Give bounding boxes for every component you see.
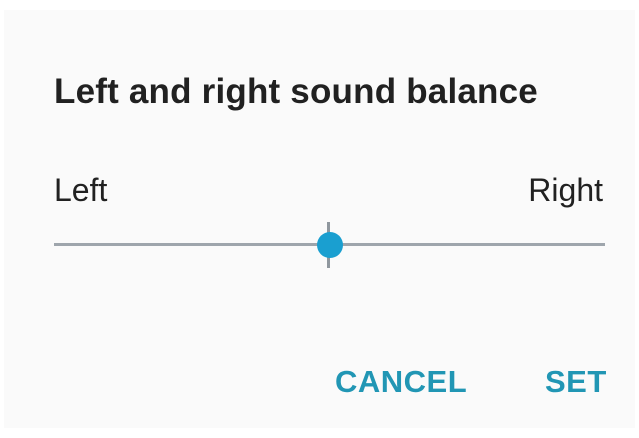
set-button[interactable]: SET — [545, 364, 607, 400]
left-label: Left — [54, 172, 108, 208]
dialog-title: Left and right sound balance — [54, 72, 538, 111]
right-label: Right — [528, 172, 603, 208]
cancel-button[interactable]: CANCEL — [335, 364, 467, 400]
balance-slider[interactable] — [54, 222, 605, 268]
slider-thumb[interactable] — [316, 232, 343, 258]
sound-balance-dialog: Left and right sound balance Left Right … — [4, 10, 635, 428]
